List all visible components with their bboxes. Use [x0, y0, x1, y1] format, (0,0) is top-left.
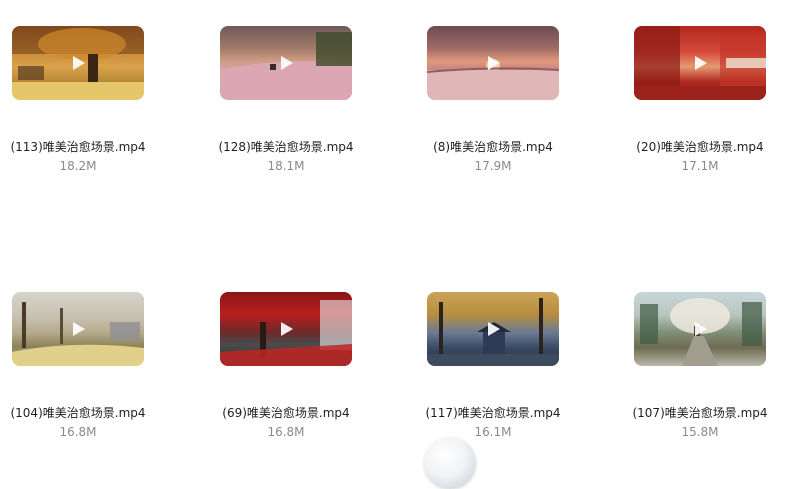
play-icon[interactable]	[69, 320, 87, 338]
file-name[interactable]: (128)唯美治愈场景.mp4	[174, 138, 398, 155]
video-tile[interactable]: (104)唯美治愈场景.mp4 16.8M	[0, 292, 166, 452]
video-thumbnail[interactable]	[634, 26, 766, 100]
file-name[interactable]: (104)唯美治愈场景.mp4	[0, 404, 190, 421]
video-thumbnail[interactable]	[12, 292, 144, 366]
file-name[interactable]: (117)唯美治愈场景.mp4	[381, 404, 605, 421]
video-thumbnail[interactable]	[427, 26, 559, 100]
video-tile[interactable]: (8)唯美治愈场景.mp4 17.9M	[381, 26, 581, 186]
cursor-bubble	[424, 437, 476, 489]
play-icon[interactable]	[69, 54, 87, 72]
file-size: 16.8M	[267, 425, 305, 439]
play-icon[interactable]	[277, 54, 295, 72]
file-size: 16.1M	[474, 425, 512, 439]
video-tile[interactable]: (117)唯美治愈场景.mp4 16.1M	[381, 292, 581, 452]
video-tile[interactable]: (20)唯美治愈场景.mp4 17.1M	[588, 26, 788, 186]
file-name[interactable]: (107)唯美治愈场景.mp4	[588, 404, 800, 421]
video-thumbnail[interactable]	[634, 292, 766, 366]
video-tile[interactable]: (128)唯美治愈场景.mp4 18.1M	[174, 26, 374, 186]
video-thumbnail[interactable]	[220, 26, 352, 100]
file-name[interactable]: (69)唯美治愈场景.mp4	[174, 404, 398, 421]
file-size: 17.1M	[681, 159, 719, 173]
file-name[interactable]: (20)唯美治愈场景.mp4	[588, 138, 800, 155]
video-thumbnail[interactable]	[220, 292, 352, 366]
play-icon[interactable]	[484, 320, 502, 338]
play-icon[interactable]	[277, 320, 295, 338]
play-icon[interactable]	[484, 54, 502, 72]
video-tile[interactable]: (113)唯美治愈场景.mp4 18.2M	[0, 26, 166, 186]
file-name[interactable]: (113)唯美治愈场景.mp4	[0, 138, 190, 155]
play-icon[interactable]	[691, 54, 709, 72]
file-size: 18.1M	[267, 159, 305, 173]
file-size: 15.8M	[681, 425, 719, 439]
video-thumbnail[interactable]	[12, 26, 144, 100]
file-size: 17.9M	[474, 159, 512, 173]
file-name[interactable]: (8)唯美治愈场景.mp4	[381, 138, 605, 155]
play-icon[interactable]	[691, 320, 709, 338]
video-tile[interactable]: (107)唯美治愈场景.mp4 15.8M	[588, 292, 788, 452]
file-size: 18.2M	[59, 159, 97, 173]
video-tile[interactable]: (69)唯美治愈场景.mp4 16.8M	[174, 292, 374, 452]
video-thumbnail[interactable]	[427, 292, 559, 366]
video-file-grid: (113)唯美治愈场景.mp4 18.2M (128)唯美治愈场景.mp4 18…	[0, 0, 800, 455]
file-size: 16.8M	[59, 425, 97, 439]
